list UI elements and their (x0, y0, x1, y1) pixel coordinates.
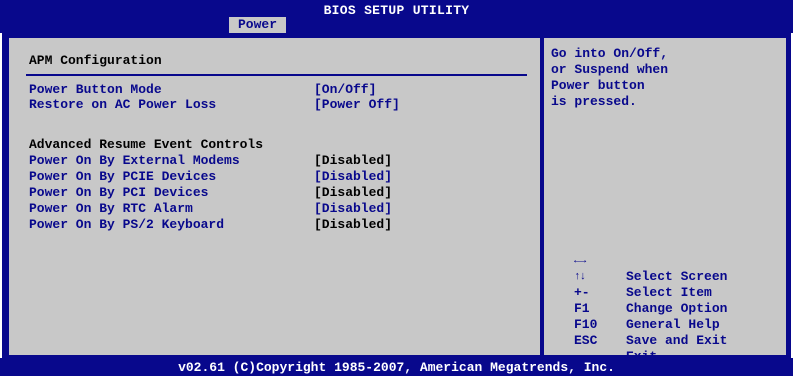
help-text: Go into On/Off, or Suspend when Power bu… (551, 46, 668, 110)
copyright-text: v02.61 (C)Copyright 1985-2007, American … (178, 360, 615, 375)
setting-restore-on-ac-power-loss[interactable]: Restore on AC Power Loss (29, 97, 216, 112)
key-legend: ←→ Select Screen ↑↓ Select Item +- Chang… (574, 237, 727, 364)
tab-power[interactable]: Power (229, 17, 286, 33)
setting-ps2-keyboard[interactable]: Power On By PS/2 Keyboard (29, 217, 224, 232)
key-desc: Select Screen (626, 269, 728, 284)
key-row: +- Change Option (574, 269, 727, 316)
setting-value[interactable]: [Disabled] (314, 201, 392, 216)
help-line: Power button (551, 78, 645, 93)
setting-value[interactable]: [Power Off] (314, 97, 400, 112)
setting-value[interactable]: [Disabled] (314, 217, 392, 232)
key-row: ←→ Select Screen (574, 237, 727, 284)
key-desc: Select Item (626, 285, 712, 300)
setting-pci-devices[interactable]: Power On By PCI Devices (29, 185, 208, 200)
help-line: Go into On/Off, (551, 46, 669, 61)
setting-value[interactable]: [On/Off] (314, 82, 376, 97)
page-title: APM Configuration (29, 53, 162, 68)
app-title: BIOS SETUP UTILITY (323, 3, 470, 18)
section-heading: Advanced Resume Event Controls (29, 137, 264, 152)
key-desc: General Help (626, 317, 720, 332)
key-label: ESC (574, 333, 598, 348)
setting-rtc-alarm[interactable]: Power On By RTC Alarm (29, 201, 193, 216)
help-line: or Suspend when (551, 62, 669, 77)
setting-power-button-mode[interactable]: Power Button Mode (29, 82, 162, 97)
help-line: is pressed. (551, 94, 637, 109)
setting-external-modems[interactable]: Power On By External Modems (29, 153, 240, 168)
key-desc: Save and Exit (626, 333, 728, 348)
setting-value[interactable]: [Disabled] (314, 169, 392, 184)
setting-pcie-devices[interactable]: Power On By PCIE Devices (29, 169, 216, 184)
setting-value[interactable]: [Disabled] (314, 153, 392, 168)
key-row: ESC Exit (574, 317, 657, 364)
key-row: ↑↓ Select Item (574, 253, 712, 300)
key-row: F1 General Help (574, 285, 720, 332)
divider (26, 74, 527, 76)
key-row: F10 Save and Exit (574, 301, 727, 348)
key-desc: Change Option (626, 301, 728, 316)
setting-value[interactable]: [Disabled] (314, 185, 392, 200)
